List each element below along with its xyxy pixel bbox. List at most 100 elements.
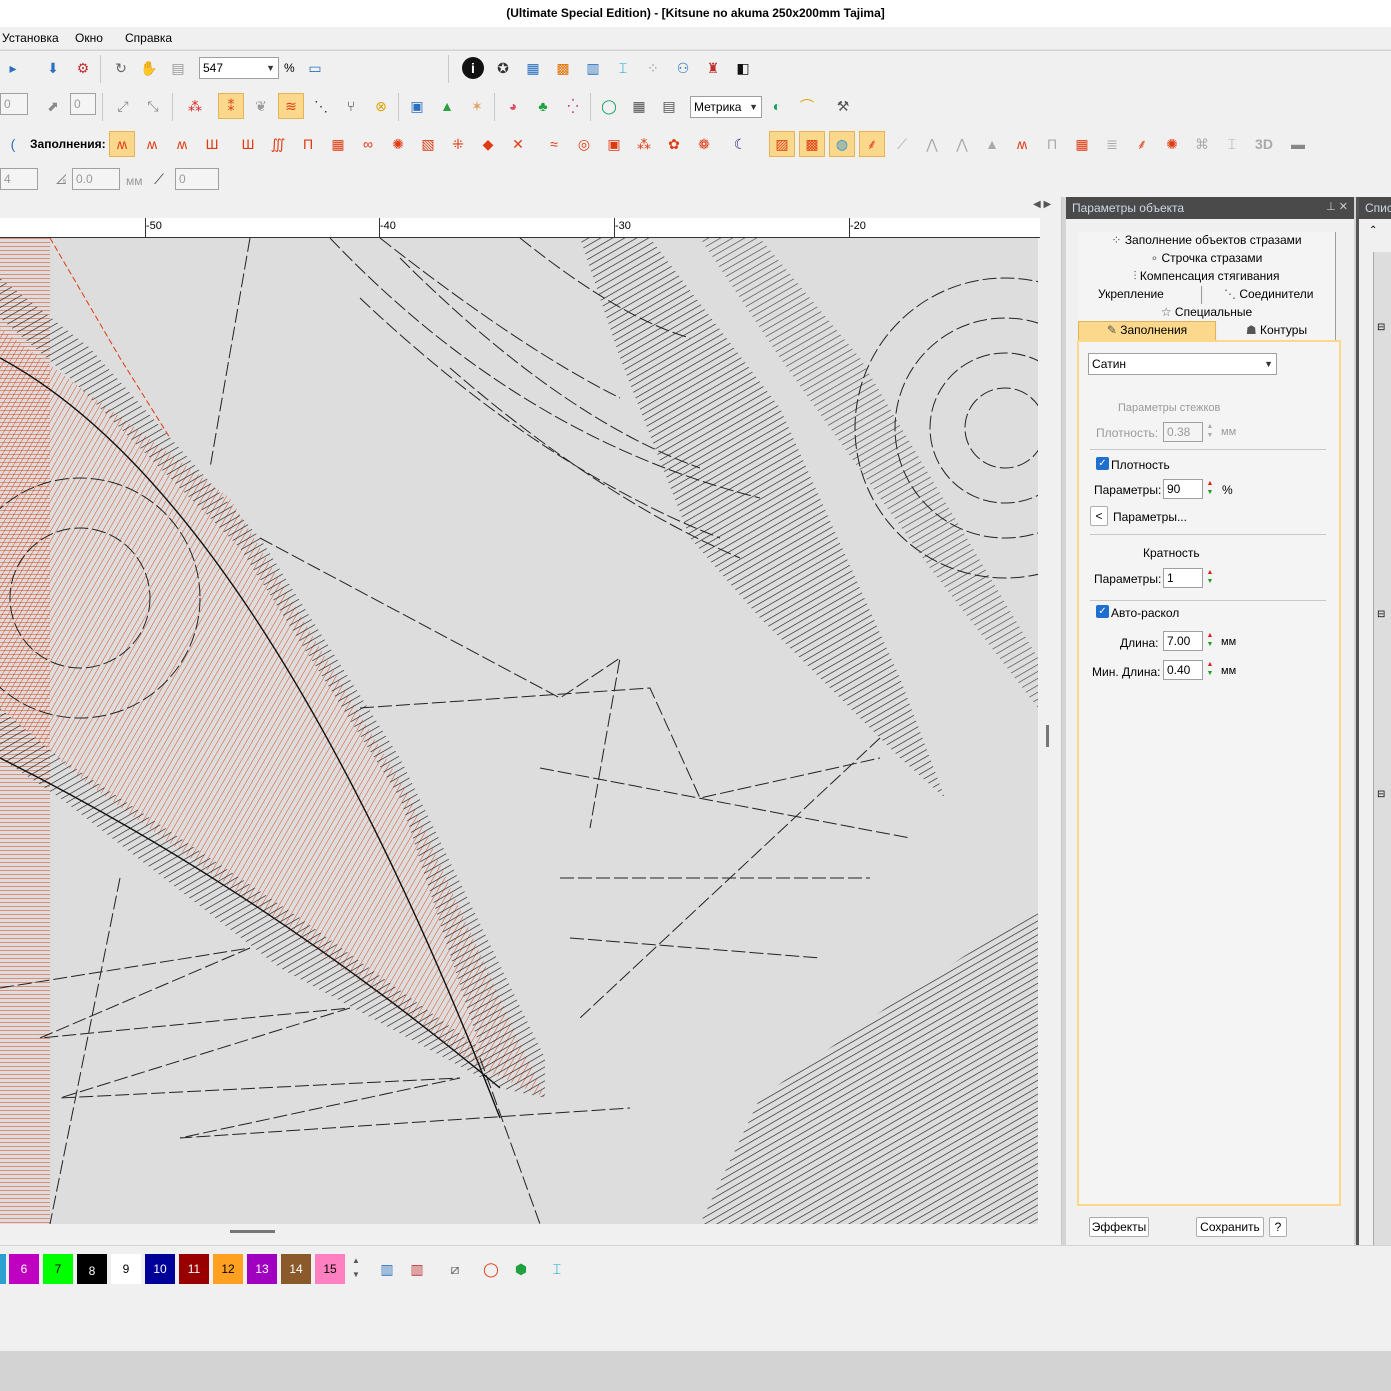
threed-icon[interactable]: 3D — [1249, 131, 1279, 157]
fill-pattern-icon[interactable]: ⁂ — [631, 131, 657, 157]
transform-icon[interactable]: ⤢ — [110, 93, 136, 119]
slope-icon[interactable]: ⟋ — [146, 166, 172, 192]
params-field[interactable]: 90 — [1163, 479, 1203, 499]
tab-rhinestone-line[interactable]: ∘ Строчка стразами — [1078, 250, 1336, 268]
density-checkbox[interactable]: ✓ — [1096, 457, 1109, 470]
outline-wheel-icon[interactable]: ✺ — [1159, 131, 1185, 157]
fill-spiral-icon[interactable]: ◎ — [571, 131, 597, 157]
dotted-line-icon[interactable]: ⋱ — [308, 93, 334, 119]
info-icon[interactable]: i — [460, 55, 486, 81]
fill-hatch-icon[interactable]: ▧ — [415, 131, 441, 157]
moon-icon[interactable]: ☾ — [727, 131, 753, 157]
thread-swap-icon[interactable]: ▥ — [404, 1256, 430, 1282]
fill-step-icon[interactable]: ʍ — [169, 131, 195, 157]
length-field[interactable]: 7.00 — [1163, 631, 1203, 651]
fill-type-select[interactable]: Сатин ▼ — [1088, 353, 1277, 375]
tab-connectors[interactable]: ⋱ Соединители — [1204, 286, 1336, 304]
color-swatch[interactable]: 12 — [213, 1254, 243, 1284]
fill-arcs-icon[interactable]: ≈ — [541, 131, 567, 157]
curve-fill-icon[interactable]: ≋ — [278, 93, 304, 119]
save-button[interactable]: Сохранить — [1196, 1217, 1264, 1237]
outline-triangle-icon[interactable]: ▲ — [979, 131, 1005, 157]
fish-icon[interactable]: ⊗ — [368, 93, 394, 119]
contrast-icon[interactable]: ◧ — [730, 55, 756, 81]
outline-sphere-icon[interactable]: ◍ — [829, 131, 855, 157]
color-swatch[interactable]: 14 — [281, 1254, 311, 1284]
tab-special[interactable]: ☆ Специальные — [1078, 304, 1336, 322]
hoop-ring-icon[interactable]: ◯ — [596, 93, 622, 119]
value-field-3[interactable]: 0 — [175, 168, 219, 190]
color-swatch[interactable]: 6 — [9, 1254, 39, 1284]
bars-icon[interactable]: ▥ — [580, 55, 606, 81]
outline-tent-icon[interactable]: ⋀ — [919, 131, 945, 157]
fill-diamond-icon[interactable]: ◆ — [475, 131, 501, 157]
fill-meander-icon[interactable]: Π — [295, 131, 321, 157]
outline-peak-icon[interactable]: ⋀ — [949, 131, 975, 157]
outline-zigzag-icon[interactable]: ʍ — [1009, 131, 1035, 157]
star-icon[interactable]: ✶ — [464, 93, 490, 119]
color-swatch[interactable]: 7 — [43, 1254, 73, 1284]
mult-field[interactable]: 1 — [1163, 568, 1203, 588]
outline-feather-icon[interactable]: ⸙ — [1129, 131, 1155, 157]
fill-columns-icon[interactable]: Ш — [199, 131, 225, 157]
minlength-field[interactable]: 0.40 — [1163, 660, 1203, 680]
arc-icon[interactable]: ⌒ — [794, 93, 820, 119]
measure-icon[interactable]: ◐ — [764, 93, 790, 119]
value-field-2[interactable]: 0.0 — [72, 168, 120, 190]
params-collapse-button[interactable]: < — [1090, 506, 1108, 526]
tab-underlay[interactable]: Укрепление — [1078, 286, 1202, 304]
hand-icon[interactable]: ✋ — [136, 55, 162, 81]
stack-icon[interactable]: ▤ — [165, 55, 191, 81]
params-spinner[interactable]: ▲ ▼ — [1203, 479, 1217, 499]
outline-lines-icon[interactable]: ≣ — [1099, 131, 1125, 157]
value-field-1[interactable]: 4 — [0, 168, 38, 190]
brain-icon[interactable]: ◕ — [500, 93, 526, 119]
fill-chain-icon[interactable]: ∞ — [355, 131, 381, 157]
fill-wave-icon[interactable]: Ш — [235, 131, 261, 157]
collapse-up-icon[interactable]: ⌃ — [1369, 225, 1377, 236]
tab-fills[interactable]: ✎ Заполнения — [1078, 321, 1216, 341]
color-swatch[interactable]: 10 — [145, 1254, 175, 1284]
outline-knot-icon[interactable]: ⌘ — [1189, 131, 1215, 157]
outline-leaf-icon[interactable]: ⸙ — [859, 131, 885, 157]
fill-satin-icon[interactable]: ʍ — [139, 131, 165, 157]
fill-grid-icon[interactable]: ▦ — [325, 131, 351, 157]
satin-red-icon[interactable]: ⁂ — [182, 93, 208, 119]
stamp-icon[interactable]: ♜ — [700, 55, 726, 81]
hoop-icon[interactable]: ↻ — [108, 55, 134, 81]
download-icon[interactable]: ⬇ — [40, 55, 66, 81]
fill-flower-icon[interactable]: ❁ — [691, 131, 717, 157]
leaf-icon[interactable]: ❦ — [248, 93, 274, 119]
shirt-icon[interactable]: ♣ — [530, 93, 556, 119]
picture-icon[interactable]: ▣ — [404, 93, 430, 119]
density-spinner[interactable]: ▲ ▼ — [1203, 422, 1217, 442]
shapes-icon[interactable]: ▲ — [434, 93, 460, 119]
thread-chart-icon[interactable]: ▥ — [374, 1256, 400, 1282]
color-swatch-selected[interactable]: 8 — [77, 1254, 107, 1284]
mult-spinner[interactable]: ▲ ▼ — [1203, 568, 1217, 588]
outline-branch-icon[interactable]: ⟋ — [889, 131, 915, 157]
cube-icon[interactable]: ⬢ — [508, 1256, 534, 1282]
spools-icon[interactable]: ⚙ — [70, 55, 96, 81]
color-swatch[interactable]: 15 — [315, 1254, 345, 1284]
minlength-spinner[interactable]: ▲ ▼ — [1203, 660, 1217, 680]
autosplit-checkbox[interactable]: ✓ — [1096, 605, 1109, 618]
window-icon[interactable]: ▭ — [302, 55, 328, 81]
mirror-icon[interactable]: ⤡ — [140, 93, 166, 119]
pin-icon[interactable]: ⊥ ✕ — [1326, 200, 1348, 213]
fill-dots-icon[interactable]: ⁜ — [445, 131, 471, 157]
embroidery-design[interactable] — [0, 238, 1038, 1224]
outline-box-icon[interactable]: ▦ — [1069, 131, 1095, 157]
objects-tree[interactable] — [1373, 252, 1391, 1245]
vertical-scroll-thumb[interactable] — [1046, 725, 1049, 747]
palette-scroll-icon[interactable]: ▲ ▼ — [352, 1254, 360, 1282]
left-value-field[interactable]: 0 — [0, 93, 28, 115]
units-select[interactable]: Метрика ▼ — [690, 96, 762, 118]
color-swatch[interactable]: 13 — [247, 1254, 277, 1284]
scroll-left-icon[interactable]: ◀ ▶ — [1033, 199, 1051, 210]
tab-rhinestone-fill[interactable]: ⁘ Заполнение объектов стразами — [1078, 232, 1336, 250]
grid-icon[interactable]: ▦ — [626, 93, 652, 119]
stripes-icon[interactable]: ▬ — [1285, 131, 1311, 157]
rotate-value-field[interactable]: 0 — [70, 93, 96, 115]
fork-icon[interactable]: ⑂ — [338, 93, 364, 119]
